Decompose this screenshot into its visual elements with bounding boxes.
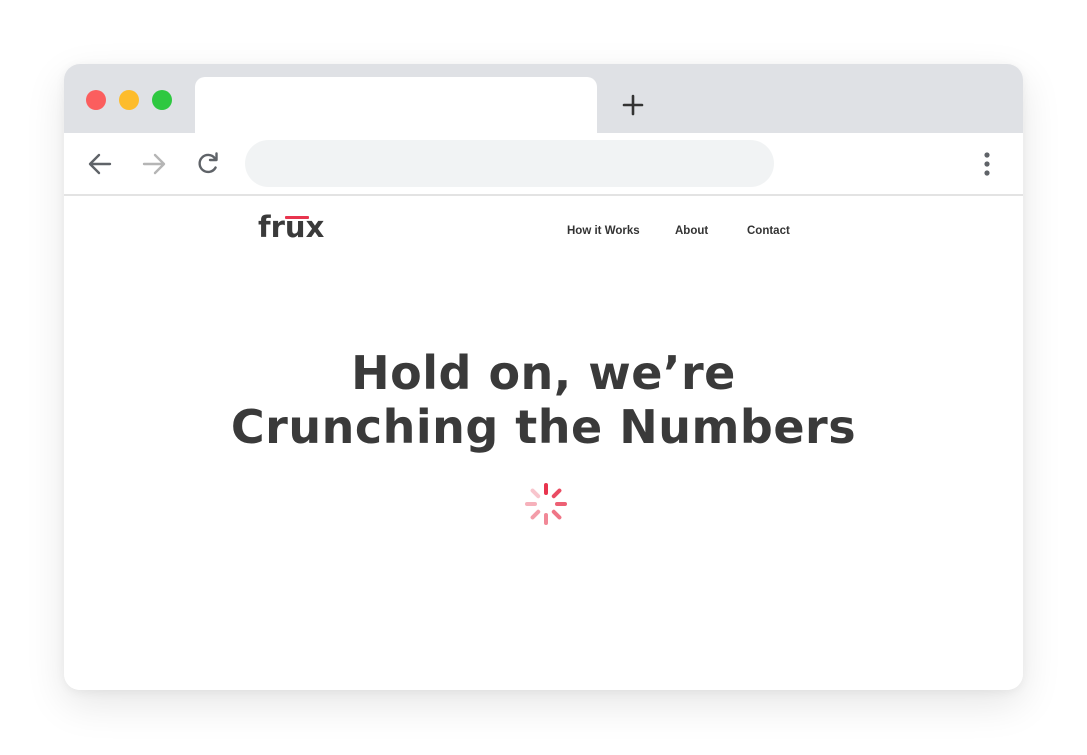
reload-icon[interactable] <box>194 150 222 178</box>
kebab-menu-icon[interactable] <box>977 149 997 179</box>
arrow-left-icon[interactable] <box>86 150 114 178</box>
tab-bar <box>64 64 1023 137</box>
maximize-window-button[interactable] <box>152 90 172 110</box>
arrow-right-icon[interactable] <box>140 150 168 178</box>
plus-icon[interactable] <box>620 92 646 118</box>
nav-contact[interactable]: Contact <box>747 225 790 237</box>
headline-line-1: Hold on, we’re <box>351 346 736 400</box>
browser-window: frux How it Works About Contact Hold on,… <box>64 64 1023 690</box>
nav-about[interactable]: About <box>675 225 708 237</box>
page-content: frux How it Works About Contact Hold on,… <box>64 196 1023 690</box>
browser-tab[interactable] <box>195 77 597 137</box>
logo-accent-bar <box>285 216 309 219</box>
page-title: Hold on, we’re Crunching the Numbers <box>64 346 1023 454</box>
headline-line-2: Crunching the Numbers <box>230 400 857 454</box>
minimize-window-button[interactable] <box>119 90 139 110</box>
loading-spinner-icon <box>525 483 567 525</box>
close-window-button[interactable] <box>86 90 106 110</box>
browser-toolbar <box>64 133 1023 195</box>
nav-how-it-works[interactable]: How it Works <box>567 225 640 237</box>
address-bar[interactable] <box>245 140 774 187</box>
